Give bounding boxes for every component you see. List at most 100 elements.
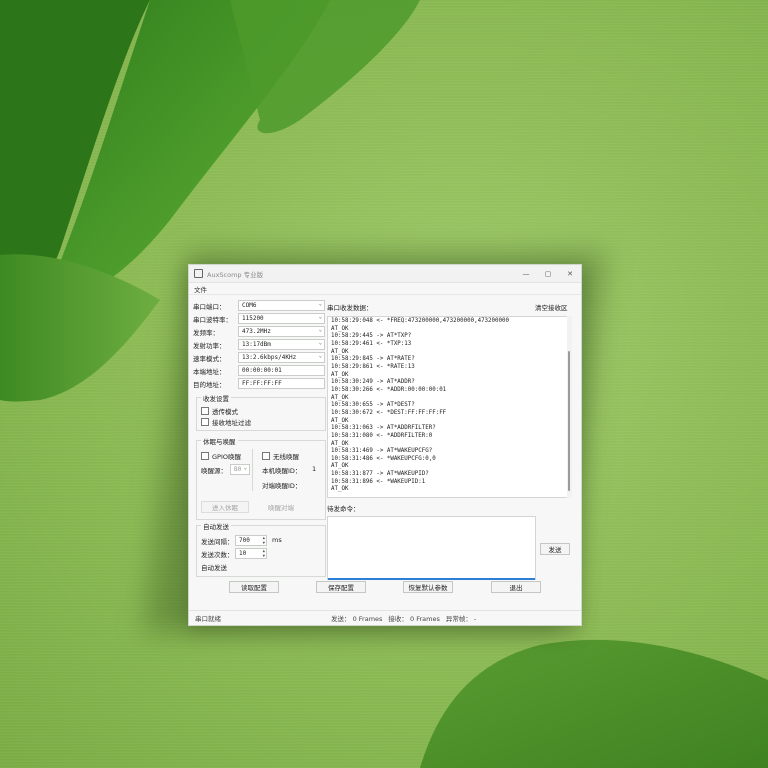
power-label: 发射功率：	[193, 341, 226, 350]
send-button[interactable]: 发送	[540, 543, 570, 555]
menu-file[interactable]: 文件	[194, 284, 207, 294]
freq-label: 发频率：	[193, 328, 219, 337]
sleep-group-title: 休眠与唤醒	[201, 436, 238, 446]
maximize-icon[interactable]: ▢	[537, 265, 559, 282]
menu-bar: 文件	[189, 283, 581, 295]
auto-group-title: 自动发送	[201, 521, 231, 531]
send-title: 待发命令：	[327, 505, 360, 513]
peer-wake-id-label: 对端唤醒ID：	[262, 482, 302, 490]
chevron-down-icon: ⌄	[318, 340, 322, 346]
addr-filter-checkbox[interactable]: 接收地址过滤	[201, 416, 251, 427]
freq-value: 473.2MHz	[242, 328, 271, 335]
interval-value: 700	[239, 537, 250, 544]
read-config-button[interactable]: 读取配置	[229, 581, 279, 593]
interval-input[interactable]: 700 ▲ ▼	[235, 535, 267, 546]
log-line: 10:58:31:080 <- *ADDRFILTER:0	[331, 432, 433, 439]
app-window: AuxScomp 专业版 — ▢ ✕ 文件 串口端口： COM6 ⌄ 串口波特率：…	[188, 264, 582, 626]
exit-button[interactable]: 退出	[491, 581, 541, 593]
serial-port-label: 串口端口：	[193, 302, 226, 311]
log-line: 10:58:29:461 <- *TXP:13	[331, 340, 412, 347]
transparent-mode-label: 透传模式	[212, 407, 238, 416]
enter-sleep-button[interactable]: 进入休眠	[201, 501, 249, 513]
wireless-wake-checkbox[interactable]: 无线唤醒	[262, 450, 299, 461]
log-line: 10:58:29:048 <- *FREQ:473200000,47320000…	[331, 318, 509, 324]
chevron-down-icon: ⌄	[318, 314, 322, 320]
rate-mode-value: 13:2.6kbps/4KHz	[242, 354, 297, 361]
status-bar: 串口就绪 发送： 0 Frames 接收： 0 Frames 异常帧： -	[189, 610, 581, 625]
log-line: 10:58:30:249 -> AT*ADDR?	[331, 379, 415, 386]
gpio-wake-label: GPIO唤醒	[212, 452, 241, 461]
log-line: AT_OK	[331, 371, 349, 378]
chevron-down-icon: ⌄	[318, 353, 322, 359]
wake-source-value: B0	[234, 466, 242, 473]
serial-port-row: 串口端口： COM6 ⌄	[193, 299, 327, 312]
command-input[interactable]	[327, 516, 536, 580]
app-icon	[194, 269, 203, 278]
txrx-settings-group: 收发设置 透传模式 接收地址过滤	[196, 393, 326, 431]
wake-peer-button[interactable]: 唤醒对端	[257, 501, 305, 513]
interval-label: 发送间隔：	[201, 538, 234, 546]
dest-addr-input[interactable]: FF:FF:FF:FF	[238, 378, 325, 389]
log-line: 10:58:29:445 -> AT*TXP?	[331, 333, 412, 340]
minimize-icon[interactable]: —	[515, 265, 537, 282]
local-addr-label: 本端地址：	[193, 367, 226, 376]
log-line: AT_OK	[331, 348, 349, 355]
addr-filter-label: 接收地址过滤	[212, 418, 251, 427]
dest-addr-label: 目的地址：	[193, 380, 226, 389]
save-config-button[interactable]: 保存配置	[316, 581, 366, 593]
serial-port-select[interactable]: COM6 ⌄	[238, 300, 325, 311]
log-line: AT_OK	[331, 463, 349, 470]
power-select[interactable]: 13:17dBm ⌄	[238, 339, 325, 350]
baud-row: 串口波特率： 115200 ⌄	[193, 312, 327, 325]
scrollbar-thumb[interactable]	[568, 351, 570, 491]
power-row: 发射功率： 13:17dBm ⌄	[193, 338, 327, 351]
settings-panel: 串口端口： COM6 ⌄ 串口波特率： 115200 ⌄ 发频率： 473.2MHz…	[193, 299, 327, 390]
log-line: AT_OK	[331, 417, 349, 424]
checkbox-icon	[201, 451, 209, 460]
count-value: 10	[239, 550, 247, 557]
wake-source-select[interactable]: B0 ⌄	[230, 464, 250, 475]
spin-arrows-icon[interactable]: ▲ ▼	[263, 548, 265, 558]
transparent-mode-checkbox[interactable]: 透传模式	[201, 405, 251, 416]
spin-arrows-icon[interactable]: ▲ ▼	[263, 535, 265, 545]
baud-label: 串口波特率：	[193, 315, 232, 324]
freq-select[interactable]: 473.2MHz ⌄	[238, 326, 325, 337]
log-title: 串口收发数据：	[327, 304, 373, 312]
chevron-down-icon: ⌄	[318, 301, 322, 307]
rate-mode-row: 速率模式： 13:2.6kbps/4KHz ⌄	[193, 351, 327, 364]
local-addr-input[interactable]: 00:00:00:01	[238, 365, 325, 376]
log-line: 10:58:30:266 <- *ADDR:00:00:00:01	[331, 386, 447, 393]
baud-value: 115200	[242, 315, 264, 322]
local-wake-id-value: 1	[312, 465, 317, 473]
baud-select[interactable]: 115200 ⌄	[238, 313, 325, 324]
gpio-wake-checkbox[interactable]: GPIO唤醒	[201, 450, 241, 461]
window-title: AuxScomp 专业版	[207, 270, 264, 279]
serial-port-value: COM6	[242, 302, 257, 309]
log-line: 10:58:29:845 -> AT*RATE?	[331, 356, 415, 363]
interval-unit: ms	[272, 536, 282, 544]
log-line: 10:58:31:063 -> AT*ADDRFILTER?	[331, 425, 436, 432]
status-error-frames: 异常帧： -	[445, 615, 477, 623]
auto-send-button[interactable]: 自动发送	[201, 562, 233, 572]
checkbox-icon	[262, 451, 270, 460]
group-divider	[252, 449, 253, 491]
restore-defaults-button[interactable]: 恢复默认参数	[403, 581, 453, 593]
clear-receive-button[interactable]: 清空接收区	[535, 302, 568, 312]
wireless-wake-label: 无线唤醒	[273, 452, 299, 461]
count-input[interactable]: 10 ▲ ▼	[235, 548, 267, 559]
log-scrollbar[interactable]	[567, 316, 572, 498]
receive-log[interactable]: 10:58:29:048 <- *FREQ:473200000,47320000…	[327, 316, 568, 498]
log-line: 10:58:29:861 <- *RATE:13	[331, 363, 415, 370]
freq-row: 发频率： 473.2MHz ⌄	[193, 325, 327, 338]
log-line: AT_OK	[331, 394, 349, 401]
chevron-down-icon: ⌄	[243, 465, 247, 471]
power-value: 13:17dBm	[242, 341, 271, 348]
txrx-group-title: 收发设置	[201, 393, 231, 403]
rate-mode-select[interactable]: 13:2.6kbps/4KHz ⌄	[238, 352, 325, 363]
close-icon[interactable]: ✕	[559, 265, 581, 282]
log-line: 10:58:31:486 <- *WAKEUPCFG:0,0	[331, 455, 436, 462]
log-line: AT_OK	[331, 486, 349, 493]
local-wake-id-label: 本机唤醒ID：	[262, 467, 302, 475]
auto-send-group: 自动发送 发送间隔： 700 ▲ ▼ ms 发送次数： 10 ▲ ▼ 自动发送	[196, 521, 326, 577]
wake-source-label: 唤醒源：	[201, 467, 227, 475]
